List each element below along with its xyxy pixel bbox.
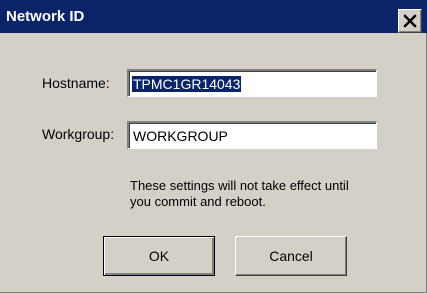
workgroup-label: Workgroup: bbox=[42, 126, 115, 142]
cancel-button[interactable]: Cancel bbox=[235, 236, 347, 276]
workgroup-input[interactable]: WORKGROUP bbox=[127, 121, 377, 149]
dialog-title: Network ID bbox=[6, 8, 85, 25]
reboot-notice: These settings will not take effect unti… bbox=[130, 178, 360, 210]
notice-line-2: you commit and reboot. bbox=[130, 194, 266, 209]
network-id-dialog: Network ID Hostname: TPMC1GR14043 Workgr… bbox=[0, 0, 427, 293]
close-icon bbox=[403, 14, 417, 28]
hostname-label: Hostname: bbox=[42, 75, 110, 91]
close-button[interactable] bbox=[398, 9, 422, 33]
title-bar[interactable]: Network ID bbox=[0, 0, 427, 33]
ok-button[interactable]: OK bbox=[103, 236, 215, 276]
workgroup-value: WORKGROUP bbox=[133, 128, 228, 144]
hostname-input[interactable]: TPMC1GR14043 bbox=[127, 69, 377, 97]
notice-line-1: These settings will not take effect unti… bbox=[130, 178, 349, 193]
hostname-value: TPMC1GR14043 bbox=[132, 76, 242, 92]
